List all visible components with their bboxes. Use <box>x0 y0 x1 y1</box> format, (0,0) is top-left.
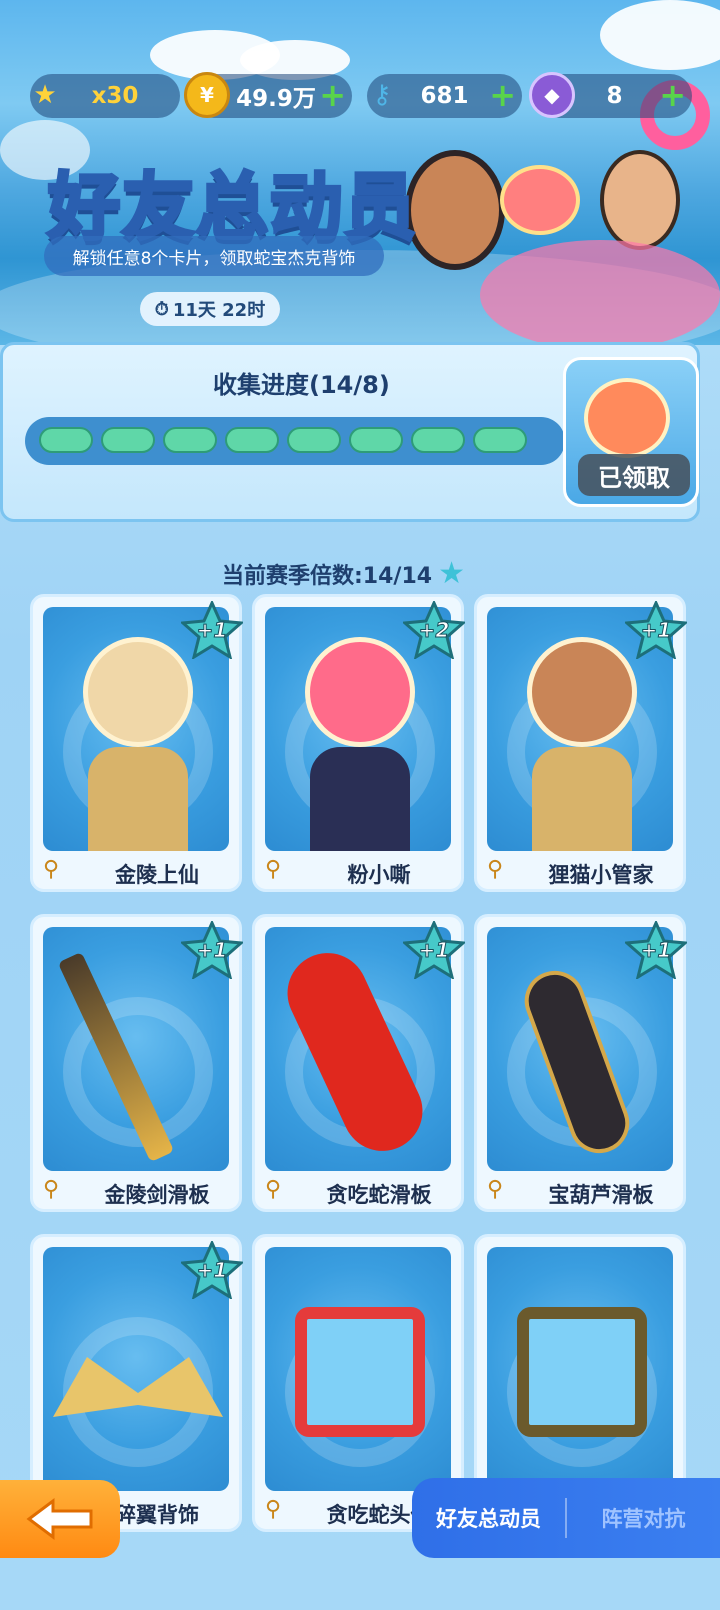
star-count: x30 <box>91 83 139 109</box>
gem-icon: ◆ <box>529 72 575 118</box>
add-keys-button[interactable]: + <box>489 78 516 112</box>
card-name: 贪吃蛇滑板 <box>326 1183 432 1207</box>
progress-segment <box>163 427 217 453</box>
event-timer: ⏱ 11天 22时 <box>140 292 280 326</box>
progress-bar <box>25 417 565 465</box>
card-name: 狸猫小管家 <box>548 863 654 887</box>
card-multiplier-badge: +1 <box>181 921 243 979</box>
reward-box[interactable]: 已领取 <box>563 357 699 507</box>
card-multiplier-badge: +1 <box>625 921 687 979</box>
card-name: 金陵上仙 <box>115 863 199 887</box>
badge-text: +1 <box>640 938 672 963</box>
gem-counter: ◆ 8 + <box>529 72 692 118</box>
event-banner: 好友总动员 解锁任意8个卡片，领取蛇宝杰克背饰 ⏱ 11天 22时 ★ x30 … <box>0 0 720 345</box>
resource-bar: ★ x30 ¥ 49.9万 + ⚷ 681 + ◆ 8 + <box>22 72 698 120</box>
character-art <box>83 637 193 747</box>
coin-counter: ¥ 49.9万 + <box>184 72 352 118</box>
collection-card[interactable]: ⚲ 狸猫小管家 +1 <box>474 594 687 892</box>
collection-card[interactable]: ⚲ 宝葫芦滑板 +1 <box>474 914 687 1212</box>
event-subtitle: 解锁任意8个卡片，领取蛇宝杰克背饰 <box>44 236 384 276</box>
card-multiplier-badge: +1 <box>181 1241 243 1299</box>
mascot-character-art <box>500 165 580 235</box>
star-icon: ★ <box>438 556 465 591</box>
magnifier-icon[interactable]: ⚲ <box>43 1177 73 1207</box>
character-body-art <box>88 747 188 851</box>
badge-text: +2 <box>418 618 450 643</box>
magnifier-icon[interactable]: ⚲ <box>265 1497 295 1527</box>
card-multiplier-badge: +2 <box>403 601 465 659</box>
badge-text: +1 <box>196 938 228 963</box>
reward-claimed-label: 已领取 <box>578 454 690 496</box>
float-ring-art <box>480 240 720 345</box>
card-art <box>265 1247 451 1491</box>
card-multiplier-badge: +1 <box>625 601 687 659</box>
progress-segment <box>225 427 279 453</box>
coin-count: 49.9万 <box>236 86 316 112</box>
progress-title: 收集进度(14/8) <box>213 371 390 399</box>
key-count: 681 <box>420 83 469 109</box>
coin-icon: ¥ <box>184 72 230 118</box>
card-name: 宝葫芦滑板 <box>548 1183 654 1207</box>
star-counter: ★ x30 <box>30 74 180 118</box>
character-body-art <box>310 747 410 851</box>
character-art <box>305 637 415 747</box>
key-counter: ⚷ 681 + <box>367 74 522 118</box>
character-body-art <box>532 747 632 851</box>
collection-progress-panel: 收集进度(14/8) 已领取 <box>0 342 700 522</box>
collection-card[interactable]: ⚲ 贪吃蛇滑板 +1 <box>252 914 465 1212</box>
key-icon: ⚷ <box>372 80 392 110</box>
progress-segment <box>287 427 341 453</box>
tab-friends-rally[interactable]: 好友总动员 <box>412 1503 565 1533</box>
back-button[interactable] <box>0 1480 120 1558</box>
progress-segment <box>101 427 155 453</box>
reward-backpack-icon <box>584 378 670 458</box>
tab-camp-battle[interactable]: 阵营对抗 <box>567 1503 720 1533</box>
card-name: 金陵剑滑板 <box>104 1183 210 1207</box>
bottom-tabbar: 好友总动员 阵营对抗 <box>412 1478 720 1558</box>
add-gems-button[interactable]: + <box>659 78 686 112</box>
progress-segment <box>349 427 403 453</box>
badge-text: +1 <box>418 938 450 963</box>
add-coins-button[interactable]: + <box>319 78 346 112</box>
collection-card[interactable]: ⚲ 金陵上仙 +1 <box>30 594 243 892</box>
man-character-art <box>600 150 680 250</box>
gem-count: 8 <box>606 83 623 109</box>
character-art <box>527 637 637 747</box>
magnifier-icon[interactable]: ⚲ <box>43 857 73 887</box>
boy-character-art <box>405 150 505 270</box>
progress-segment <box>39 427 93 453</box>
back-arrow-icon <box>26 1498 93 1540</box>
multiplier-text: 当前赛季倍数:14/14 <box>222 563 433 589</box>
magnifier-icon[interactable]: ⚲ <box>265 857 295 887</box>
season-multiplier: 当前赛季倍数:14/14 ★ <box>222 556 465 591</box>
progress-segment <box>411 427 465 453</box>
card-multiplier-badge: +1 <box>403 921 465 979</box>
stopwatch-icon: ⏱ <box>154 298 169 320</box>
avatar-frame-art <box>517 1307 647 1437</box>
card-multiplier-badge: +1 <box>181 601 243 659</box>
card-name: 粉小嘶 <box>347 863 411 887</box>
cloud <box>600 0 720 70</box>
badge-text: +1 <box>196 618 228 643</box>
progress-segment <box>473 427 527 453</box>
star-icon: ★ <box>33 80 57 110</box>
timer-text: 11天 22时 <box>172 300 266 321</box>
collection-card[interactable]: ⚲ 金陵剑滑板 +1 <box>30 914 243 1212</box>
magnifier-icon[interactable]: ⚲ <box>487 1177 517 1207</box>
magnifier-icon[interactable]: ⚲ <box>265 1177 295 1207</box>
badge-text: +1 <box>196 1258 228 1283</box>
collection-card[interactable]: ⚲ 粉小嘶 +2 <box>252 594 465 892</box>
avatar-frame-art <box>295 1307 425 1437</box>
badge-text: +1 <box>640 618 672 643</box>
magnifier-icon[interactable]: ⚲ <box>487 857 517 887</box>
card-art <box>487 1247 673 1491</box>
